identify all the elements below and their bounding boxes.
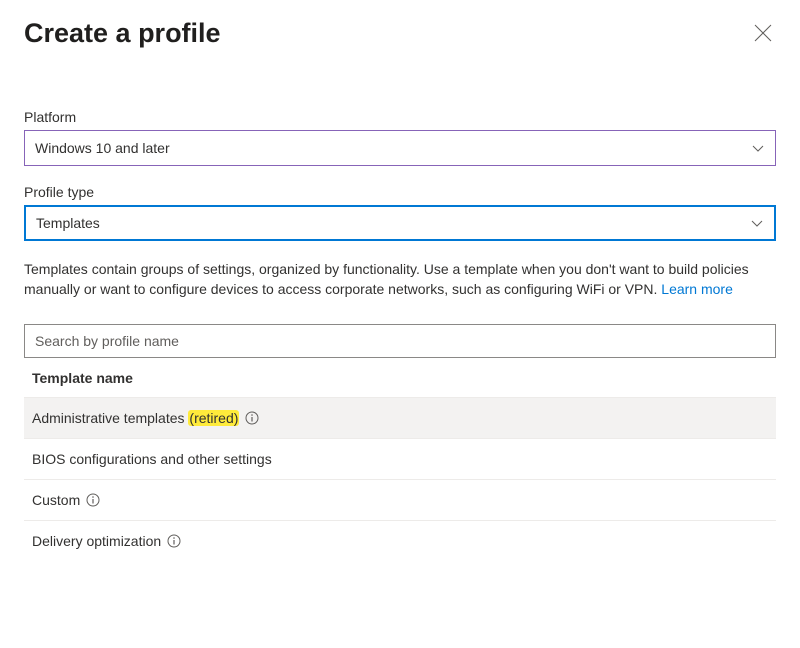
page-title: Create a profile: [24, 18, 221, 49]
highlight-text: (retired): [188, 410, 239, 426]
platform-value: Windows 10 and later: [35, 140, 170, 156]
profile-type-dropdown[interactable]: Templates: [24, 205, 776, 241]
search-input[interactable]: [24, 324, 776, 358]
template-row[interactable]: Delivery optimization: [24, 520, 776, 561]
info-icon[interactable]: [86, 493, 100, 507]
template-name: Administrative templates (retired): [32, 410, 239, 426]
close-icon: [754, 24, 772, 42]
description-text: Templates contain groups of settings, or…: [24, 259, 776, 300]
learn-more-link[interactable]: Learn more: [661, 281, 733, 297]
template-name: Custom: [32, 492, 80, 508]
platform-dropdown[interactable]: Windows 10 and later: [24, 130, 776, 166]
profile-type-value: Templates: [36, 215, 100, 231]
template-row[interactable]: Administrative templates (retired): [24, 397, 776, 438]
description-body: Templates contain groups of settings, or…: [24, 261, 749, 297]
template-name: Delivery optimization: [32, 533, 161, 549]
template-row[interactable]: Custom: [24, 479, 776, 520]
close-button[interactable]: [750, 20, 776, 46]
info-icon[interactable]: [167, 534, 181, 548]
chevron-down-icon: [751, 141, 765, 155]
info-icon[interactable]: [245, 411, 259, 425]
platform-label: Platform: [24, 109, 776, 125]
template-name: BIOS configurations and other settings: [32, 451, 272, 467]
profile-type-label: Profile type: [24, 184, 776, 200]
template-row[interactable]: BIOS configurations and other settings: [24, 438, 776, 479]
table-header: Template name: [24, 358, 776, 397]
chevron-down-icon: [750, 216, 764, 230]
